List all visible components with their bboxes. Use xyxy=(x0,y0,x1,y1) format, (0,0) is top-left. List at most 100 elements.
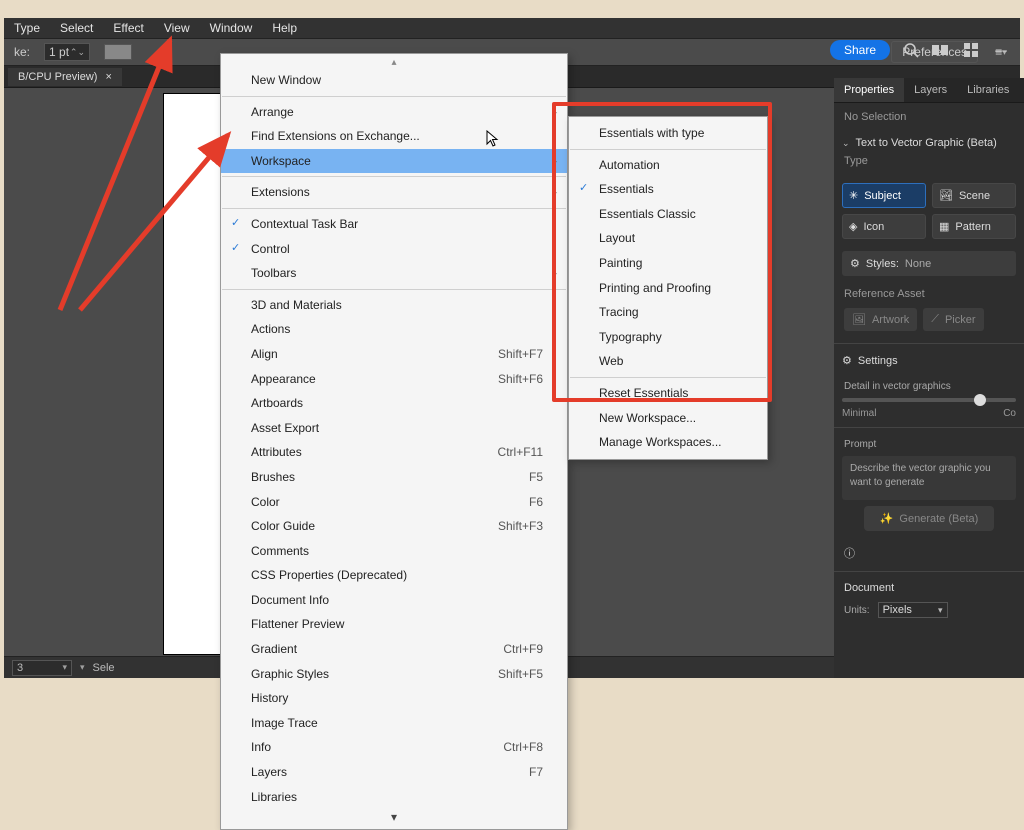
menu-item-toolbars[interactable]: Toolbars xyxy=(221,261,567,286)
close-icon[interactable]: × xyxy=(105,71,111,83)
menu-item-flattener-preview[interactable]: Flattener Preview xyxy=(221,612,567,637)
submenu-item-essentials[interactable]: Essentials xyxy=(569,177,767,202)
workspace-submenu: Essentials with typeAutomationEssentials… xyxy=(568,116,768,460)
menu-item-find-extensions-on-exchange[interactable]: Find Extensions on Exchange... xyxy=(221,124,567,149)
menu-type[interactable]: Type xyxy=(4,19,50,37)
units-label: Units: xyxy=(844,605,870,616)
submenu-item-typography[interactable]: Typography xyxy=(569,325,767,350)
menu-item-comments[interactable]: Comments xyxy=(221,539,567,564)
menu-item-align[interactable]: AlignShift+F7 xyxy=(221,342,567,367)
stroke-weight-field[interactable]: 1 pt⌃⌄ xyxy=(44,43,90,61)
type-icon-button[interactable]: ◈Icon xyxy=(842,214,926,239)
grid-four-icon[interactable] xyxy=(962,41,980,59)
menu-item-css-properties-deprecated[interactable]: CSS Properties (Deprecated) xyxy=(221,563,567,588)
reference-asset-label: Reference Asset xyxy=(844,288,1014,300)
window-menu: ▴ New Window ArrangeFind Extensions on Ex… xyxy=(220,53,568,830)
reference-picker-button[interactable]: ⟋Picker xyxy=(923,308,983,331)
search-icon[interactable] xyxy=(902,41,920,59)
submenu-item-painting[interactable]: Painting xyxy=(569,251,767,276)
submenu-item-automation[interactable]: Automation xyxy=(569,153,767,178)
submenu-item-tracing[interactable]: Tracing xyxy=(569,300,767,325)
menu-item-artboards[interactable]: Artboards xyxy=(221,391,567,416)
panel-tab-properties[interactable]: Properties xyxy=(834,78,904,102)
menu-item-brushes[interactable]: BrushesF5 xyxy=(221,465,567,490)
menu-item-color-guide[interactable]: Color GuideShift+F3 xyxy=(221,514,567,539)
menu-item-asset-export[interactable]: Asset Export xyxy=(221,416,567,441)
submenu-item-layout[interactable]: Layout xyxy=(569,226,767,251)
type-subject-button[interactable]: ✳Subject xyxy=(842,183,926,208)
submenu-item-web[interactable]: Web xyxy=(569,349,767,374)
menu-item-info[interactable]: InfoCtrl+F8 xyxy=(221,735,567,760)
units-field[interactable]: Pixels▾ xyxy=(878,602,948,618)
menu-item-document-info[interactable]: Document Info xyxy=(221,588,567,613)
info-icon[interactable] xyxy=(844,548,855,560)
minimize-icon[interactable]: — xyxy=(992,41,1010,59)
pattern-icon: ▦ xyxy=(939,220,949,233)
submenu-item-essentials-classic[interactable]: Essentials Classic xyxy=(569,202,767,227)
menu-item-layers[interactable]: LayersF7 xyxy=(221,760,567,785)
zoom-field[interactable]: 3▾ xyxy=(12,660,72,676)
panel-tab-layers[interactable]: Layers xyxy=(904,78,957,102)
stroke-label: ke: xyxy=(14,45,30,59)
share-button[interactable]: Share xyxy=(830,40,890,60)
detail-slider[interactable] xyxy=(842,398,1016,402)
menubar: Type Select Effect View Window Help xyxy=(4,18,1020,38)
gear-icon xyxy=(850,257,860,270)
sparkle-icon: ✨ xyxy=(880,512,894,525)
menu-help[interactable]: Help xyxy=(262,19,307,37)
diamond-icon: ◈ xyxy=(849,220,857,233)
menu-item-appearance[interactable]: AppearanceShift+F6 xyxy=(221,367,567,392)
settings-header[interactable]: Settings xyxy=(834,348,1024,373)
menu-item-actions[interactable]: Actions xyxy=(221,317,567,342)
menu-item-contextual-task-bar[interactable]: Contextual Task Bar xyxy=(221,212,567,237)
type-pattern-button[interactable]: ▦Pattern xyxy=(932,214,1016,239)
image-icon: 🖼 xyxy=(852,313,866,326)
styles-row[interactable]: Styles: None xyxy=(842,251,1016,276)
detail-max-label: Co xyxy=(1003,408,1016,419)
menu-item-gradient[interactable]: GradientCtrl+F9 xyxy=(221,637,567,662)
menu-item-extensions[interactable]: Extensions xyxy=(221,180,567,205)
detail-min-label: Minimal xyxy=(842,408,876,419)
menu-item-workspace[interactable]: Workspace xyxy=(221,149,567,174)
menu-select[interactable]: Select xyxy=(50,19,103,37)
detail-label: Detail in vector graphics xyxy=(844,381,1014,392)
menu-item-attributes[interactable]: AttributesCtrl+F11 xyxy=(221,440,567,465)
submenu-item-printing-and-proofing[interactable]: Printing and Proofing xyxy=(569,276,767,301)
menu-view[interactable]: View xyxy=(154,19,200,37)
menu-item-graphic-styles[interactable]: Graphic StylesShift+F5 xyxy=(221,662,567,687)
submenu-item-reset-essentials[interactable]: Reset Essentials xyxy=(569,381,767,406)
menu-item-history[interactable]: History xyxy=(221,686,567,711)
menu-item-arrange[interactable]: Arrange xyxy=(221,100,567,125)
navigator-icon[interactable]: ▾ xyxy=(80,662,85,673)
menu-item-control[interactable]: Control xyxy=(221,237,567,262)
stroke-swatch[interactable] xyxy=(104,44,132,60)
menu-scroll-up-icon[interactable]: ▴ xyxy=(221,58,567,68)
menu-item-image-trace[interactable]: Image Trace xyxy=(221,711,567,736)
submenu-item-essentials-with-type[interactable]: Essentials with type xyxy=(569,121,767,146)
gear-icon xyxy=(842,354,852,367)
scene-icon: 🏞 xyxy=(939,189,953,202)
eyedropper-icon: ⟋ xyxy=(931,313,939,326)
generate-button[interactable]: ✨Generate (Beta) xyxy=(864,506,994,531)
document-section-label: Document xyxy=(844,582,1014,594)
menu-item-3d-and-materials[interactable]: 3D and Materials xyxy=(221,293,567,318)
current-tool: Sele xyxy=(93,662,115,674)
type-label: Type xyxy=(844,155,1014,167)
submenu-item-manage-workspaces[interactable]: Manage Workspaces... xyxy=(569,430,767,455)
submenu-item-new-workspace[interactable]: New Workspace... xyxy=(569,406,767,431)
panel-tab-libraries[interactable]: Libraries xyxy=(957,78,1019,102)
menu-scroll-down-icon[interactable]: ▾ xyxy=(221,809,567,825)
prompt-label: Prompt xyxy=(844,439,876,450)
prompt-textarea[interactable]: Describe the vector graphic you want to … xyxy=(842,456,1016,500)
document-tab[interactable]: B/CPU Preview) × xyxy=(8,68,122,86)
menu-item-color[interactable]: ColorF6 xyxy=(221,490,567,515)
menu-window[interactable]: Window xyxy=(200,19,263,37)
type-scene-button[interactable]: 🏞Scene xyxy=(932,183,1016,208)
reference-artwork-button[interactable]: 🖼Artwork xyxy=(844,308,917,331)
menu-effect[interactable]: Effect xyxy=(103,19,153,37)
properties-panel: Properties Layers Libraries No Selection… xyxy=(834,78,1024,678)
menu-item-new-window[interactable]: New Window xyxy=(221,68,567,93)
text-to-vector-header[interactable]: ⌄Text to Vector Graphic (Beta) xyxy=(834,131,1024,155)
menu-item-libraries[interactable]: Libraries xyxy=(221,785,567,810)
arrange-icon[interactable] xyxy=(932,41,950,59)
